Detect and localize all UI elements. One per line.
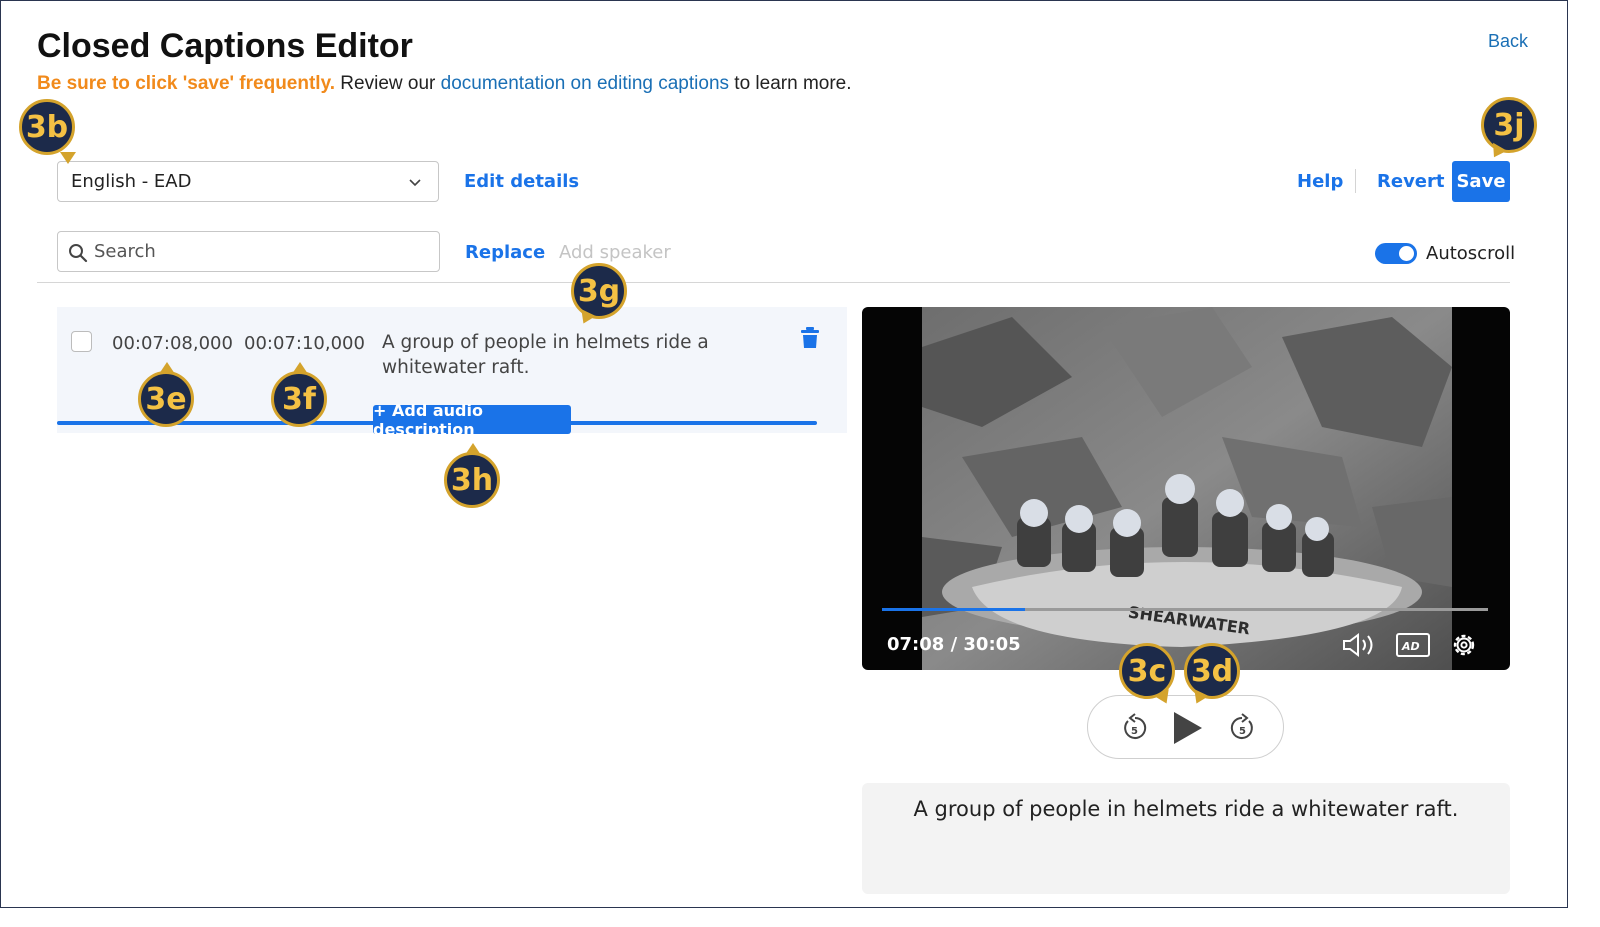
callout-label: 3h xyxy=(450,462,494,498)
play-icon[interactable] xyxy=(1170,710,1204,746)
video-time-display: 07:08 / 30:05 xyxy=(887,634,1021,655)
playback-controls: 5 5 xyxy=(1087,695,1284,759)
video-player[interactable]: SHEARWATER 07:08 / 30:05 AD xyxy=(862,307,1510,670)
documentation-link[interactable]: documentation on editing captions xyxy=(441,73,729,94)
add-audio-description-button[interactable]: + Add audio description xyxy=(373,401,571,439)
callout-label: 3e xyxy=(145,381,187,417)
rewind-5-icon[interactable]: 5 xyxy=(1120,713,1150,743)
edit-details-link[interactable]: Edit details xyxy=(464,171,579,192)
callout-label: 3d xyxy=(1190,653,1234,689)
callout-label: 3g xyxy=(577,273,621,309)
review-prefix: Review our xyxy=(335,73,441,94)
help-link[interactable]: Help xyxy=(1297,171,1343,192)
caption-preview: A group of people in helmets ride a whit… xyxy=(862,783,1510,894)
callout-label: 3c xyxy=(1127,653,1167,689)
gear-icon[interactable] xyxy=(1450,631,1478,659)
caption-start-time[interactable]: 00:07:08,000 xyxy=(112,333,233,354)
autoscroll-toggle[interactable] xyxy=(1375,243,1417,264)
audio-description-icon[interactable]: AD xyxy=(1396,633,1430,657)
callout-label: 3b xyxy=(25,109,69,145)
search-icon xyxy=(69,244,88,263)
forward-seconds: 5 xyxy=(1239,726,1246,737)
callout-3d: 3d xyxy=(1184,643,1240,707)
subtitle: Be sure to click 'save' frequently. Revi… xyxy=(37,73,852,95)
callout-3j: 3j xyxy=(1481,97,1537,162)
editor-frame: Closed Captions Editor Back Be sure to c… xyxy=(0,0,1568,908)
caption-end-time[interactable]: 00:07:10,000 xyxy=(244,333,365,354)
forward-5-icon[interactable]: 5 xyxy=(1227,713,1257,743)
save-warning: Be sure to click 'save' frequently. xyxy=(37,73,336,94)
search-input[interactable]: Search xyxy=(57,231,440,272)
callout-3g: 3g xyxy=(571,263,627,327)
review-suffix: to learn more. xyxy=(729,73,852,94)
page-title: Closed Captions Editor xyxy=(37,27,413,65)
callout-label: 3j xyxy=(1493,107,1525,143)
trash-icon[interactable] xyxy=(800,327,820,349)
replace-link[interactable]: Replace xyxy=(465,242,545,263)
callout-3e: 3e xyxy=(138,362,194,427)
search-placeholder: Search xyxy=(94,241,156,262)
video-seekbar[interactable] xyxy=(882,608,1488,611)
callout-3b: 3b xyxy=(19,99,76,164)
ad-badge-text: AD xyxy=(1401,640,1420,653)
callout-3h: 3h xyxy=(444,443,500,508)
caption-row-checkbox[interactable] xyxy=(71,331,92,352)
caption-preview-text: A group of people in helmets ride a whit… xyxy=(913,797,1459,821)
callout-label: 3f xyxy=(282,381,316,417)
autoscroll-label: Autoscroll xyxy=(1426,243,1516,264)
chevron-down-icon xyxy=(409,179,421,187)
add-speaker-link: Add speaker xyxy=(559,242,671,263)
toolbar-divider xyxy=(1355,169,1356,193)
callout-3f: 3f xyxy=(271,362,327,427)
language-select[interactable]: English - EAD xyxy=(57,161,439,202)
back-link[interactable]: Back xyxy=(1488,31,1528,52)
save-button[interactable]: Save xyxy=(1452,161,1510,202)
language-select-value: English - EAD xyxy=(71,171,192,192)
video-frame: SHEARWATER xyxy=(922,307,1452,670)
callout-3c: 3c xyxy=(1119,643,1175,707)
volume-icon[interactable] xyxy=(1341,632,1379,658)
revert-link[interactable]: Revert xyxy=(1377,171,1445,192)
video-seekbar-fill xyxy=(882,608,1026,611)
rewind-seconds: 5 xyxy=(1131,726,1138,737)
header-divider xyxy=(37,282,1510,283)
caption-text[interactable]: A group of people in helmets ride a whit… xyxy=(382,330,712,380)
